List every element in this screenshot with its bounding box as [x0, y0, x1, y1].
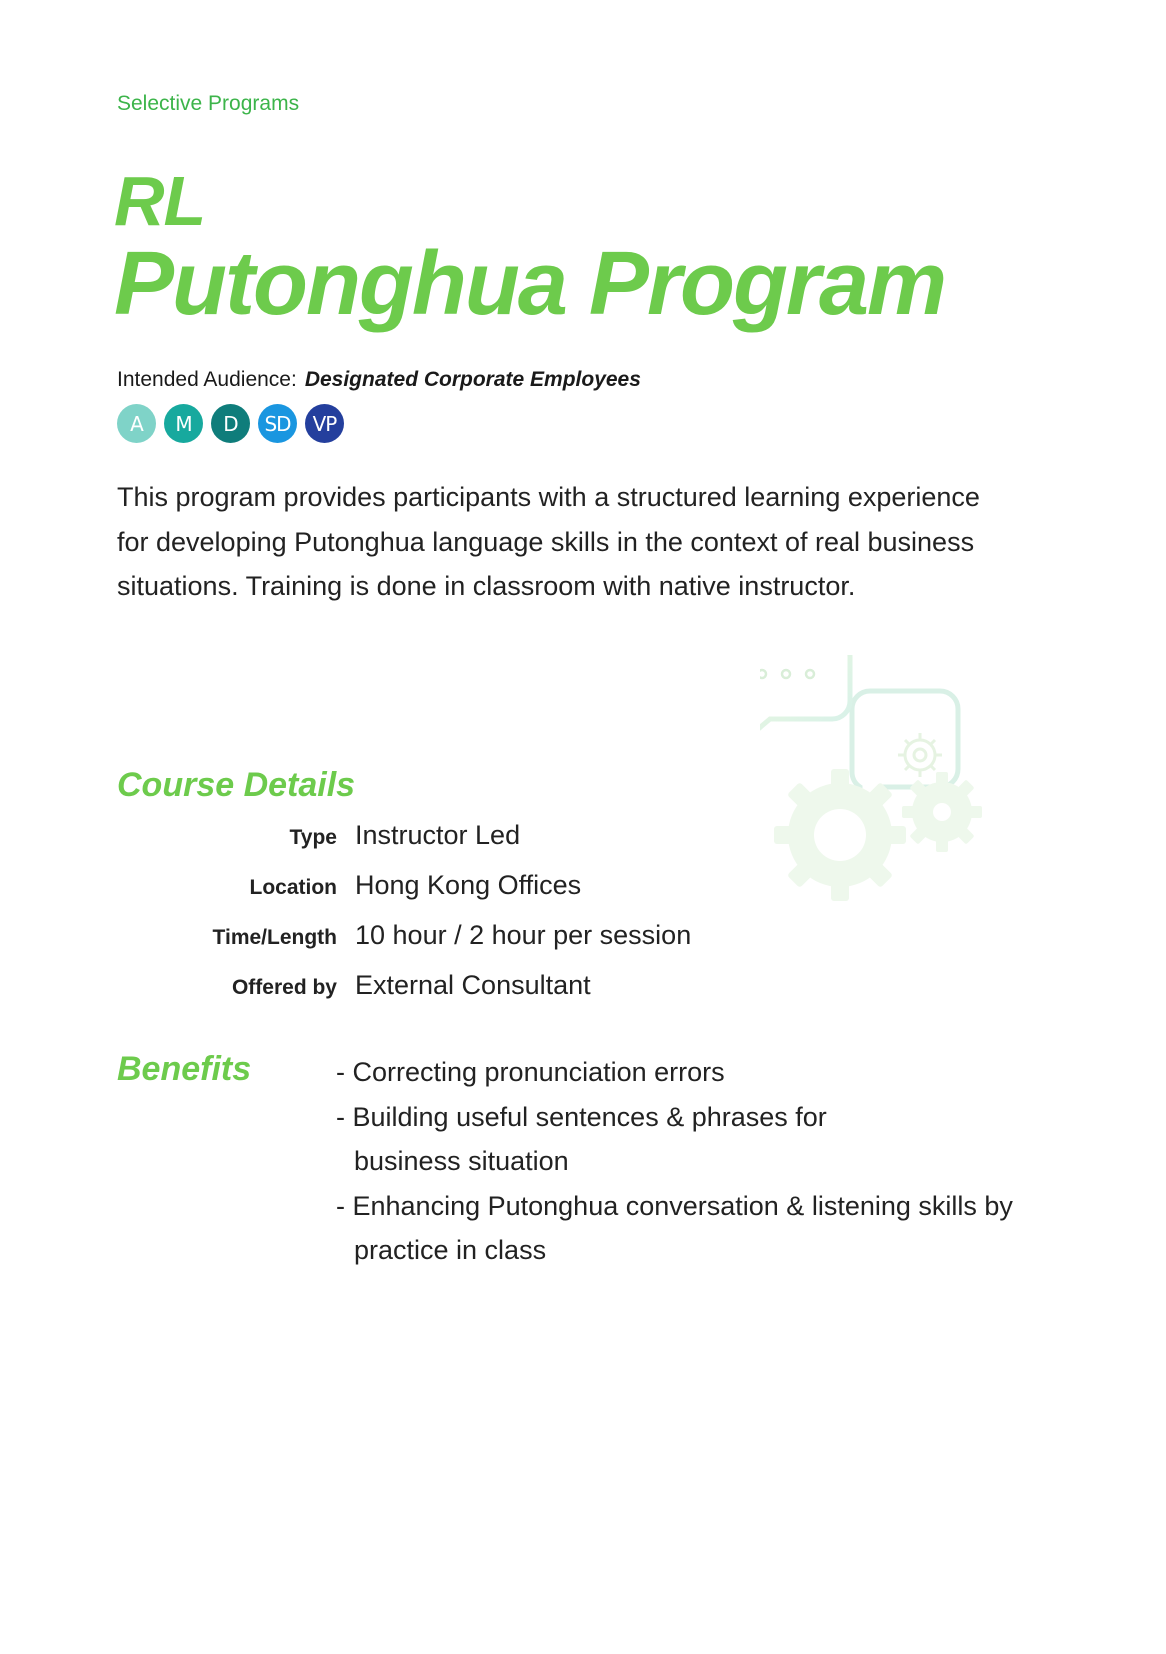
course-details-heading: Course Details — [117, 766, 356, 804]
detail-row: Time/Length 10 hour / 2 hour per session — [117, 920, 692, 970]
level-badge-sd: SD — [258, 404, 297, 443]
detail-value: External Consultant — [355, 970, 591, 1000]
title-prefix: RL — [114, 162, 206, 240]
detail-key: Location — [249, 876, 338, 899]
intended-audience: Intended Audience: Designated Corporate E… — [117, 368, 641, 392]
detail-key: Time/Length — [212, 926, 337, 949]
benefits-list: - Correcting pronunciation errors - Buil… — [336, 1050, 1056, 1273]
detail-key: Type — [289, 826, 337, 849]
course-details-table: Type Instructor Led Location Hong Kong O… — [117, 820, 692, 1020]
program-description: This program provides participants with … — [117, 482, 980, 601]
audience-label: Intended Audience: — [117, 368, 297, 391]
level-badge-a: A — [117, 404, 156, 443]
detail-value: 10 hour / 2 hour per session — [355, 920, 692, 950]
detail-key: Offered by — [231, 976, 337, 999]
detail-value: Hong Kong Offices — [355, 870, 582, 900]
list-item: - Correcting pronunciation errors — [336, 1057, 725, 1087]
detail-row: Location Hong Kong Offices — [117, 870, 691, 920]
list-item: - Building useful sentences & phrases fo… — [336, 1101, 827, 1177]
level-badge-vp: VP — [305, 404, 344, 443]
level-badges: A M D SD VP — [117, 404, 344, 443]
section-label: Selective Programs — [117, 92, 300, 115]
level-badge-m: M — [164, 404, 203, 443]
level-badge-d: D — [211, 404, 250, 443]
audience-value: Designated Corporate Employees — [304, 368, 641, 391]
list-item: - Enhancing Putonghua conversation & lis… — [336, 1190, 1013, 1266]
benefits-heading: Benefits — [117, 1050, 252, 1088]
detail-row: Offered by External Consultant — [117, 970, 691, 1020]
detail-value: Instructor Led — [355, 820, 521, 850]
detail-row: Type Instructor Led — [117, 820, 691, 870]
chat-gears-icon — [731, 636, 1020, 960]
page-title: Putonghua Program — [114, 234, 947, 334]
